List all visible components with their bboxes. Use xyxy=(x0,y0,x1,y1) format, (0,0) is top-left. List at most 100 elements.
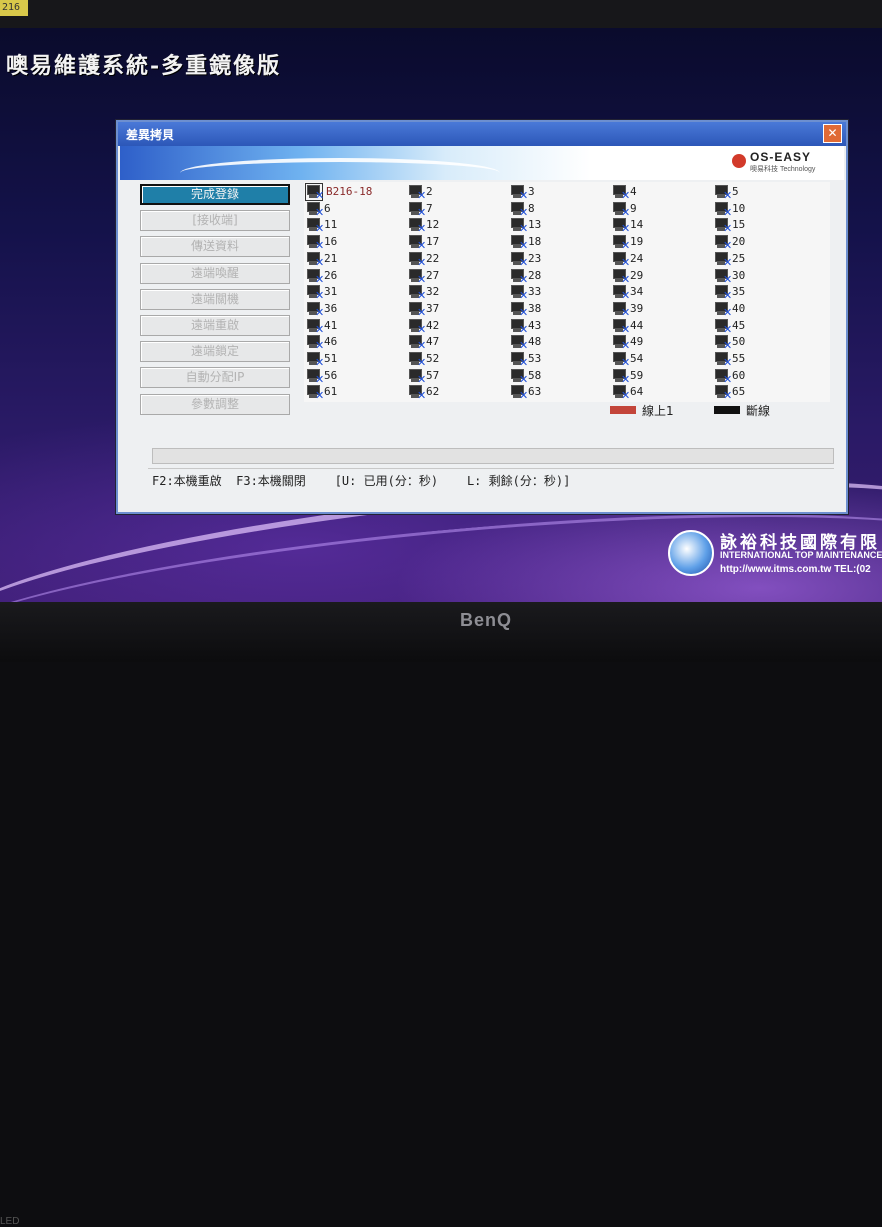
computer-label: 34 xyxy=(630,285,644,299)
computer-label: 3 xyxy=(528,185,535,198)
computer-disconnected-icon: ✕ xyxy=(714,334,732,351)
computer-disconnected-icon: ✕ xyxy=(408,217,426,234)
company-url: http://www.itms.com.tw TEL:(02 xyxy=(720,564,871,575)
computer-disconnected-icon: ✕ xyxy=(408,201,426,218)
computer-label: 64 xyxy=(630,385,644,399)
computer-label: 40 xyxy=(732,301,746,315)
computer-disconnected-icon: ✕ xyxy=(714,384,732,401)
computer-label: 38 xyxy=(528,301,542,315)
monitor-brand: BenQ xyxy=(460,610,513,630)
computer-disconnected-icon: ✕ xyxy=(510,351,528,368)
computer-disconnected-icon: ✕ xyxy=(306,368,324,385)
computer-label: 25 xyxy=(732,251,746,265)
computer-disconnected-icon: ✕ xyxy=(408,234,426,251)
computer-disconnected-icon: ✕ xyxy=(510,217,528,234)
computer-disconnected-icon: ✕ xyxy=(714,217,732,234)
menu-button-3[interactable]: 傳送資料 xyxy=(140,236,290,258)
menu-button-1[interactable]: 完成登錄 xyxy=(140,184,290,205)
dialog-banner: OS-EASY 噢易科技 Technology xyxy=(120,146,844,180)
menu-button-6[interactable]: 遠端重啟 xyxy=(140,314,290,336)
offline-swatch xyxy=(714,406,740,414)
computer-disconnected-icon: ✕ xyxy=(306,334,324,351)
computer-label: 9 xyxy=(630,201,637,215)
computer-disconnected-icon: ✕ xyxy=(612,234,630,251)
computer-label: 10 xyxy=(732,201,746,215)
computer-disconnected-icon: ✕ xyxy=(408,301,426,318)
menu-button-5[interactable]: 遠端關機 xyxy=(140,288,290,310)
computer-disconnected-icon: ✕ xyxy=(408,318,426,335)
computer-label: 27 xyxy=(426,268,440,282)
computer-disconnected-icon: ✕ xyxy=(612,368,630,385)
menu-button-9[interactable]: 參數調整 xyxy=(140,393,290,415)
computer-label: 28 xyxy=(528,268,542,282)
computer-label: 50 xyxy=(732,335,746,349)
computer-label: 32 xyxy=(426,285,440,299)
computer-label: 37 xyxy=(426,301,440,315)
computer-disconnected-icon: ✕ xyxy=(306,284,324,301)
computer-disconnected-icon: ✕ xyxy=(714,284,732,301)
computer-label: 59 xyxy=(630,368,644,382)
computer-disconnected-icon: ✕ xyxy=(408,351,426,368)
computer-label: 39 xyxy=(630,301,644,315)
menu-button-7[interactable]: 遠端鎖定 xyxy=(140,341,290,363)
computer-label: 46 xyxy=(324,335,338,349)
computer-label: 16 xyxy=(324,235,338,249)
os-easy-brand-name: OS-EASY xyxy=(750,150,812,164)
computer-disconnected-icon: ✕ xyxy=(306,301,324,318)
computer-label: 42 xyxy=(426,318,440,332)
computer-disconnected-icon: ✕ xyxy=(714,184,732,201)
computer-disconnected-icon: ✕ xyxy=(612,351,630,368)
computer-disconnected-icon: ✕ xyxy=(612,201,630,218)
menu-button-4[interactable]: 遠端喚醒 xyxy=(140,262,290,284)
computer-disconnected-icon: ✕ xyxy=(306,201,324,218)
os-easy-logo: OS-EASY 噢易科技 Technology xyxy=(732,150,836,176)
computer-label: 54 xyxy=(630,352,644,365)
computer-disconnected-icon: ✕ xyxy=(612,217,630,234)
status-legend: 線上1 斷線 xyxy=(610,402,830,418)
dialog-titlebar[interactable]: 差異拷貝 ✕ xyxy=(118,122,846,146)
computer-label: 57 xyxy=(426,368,440,382)
computer-label: 55 xyxy=(732,352,746,365)
computer-disconnected-icon: ✕ xyxy=(612,318,630,335)
computer-disconnected-icon: ✕ xyxy=(510,234,528,251)
dialog-title: 差異拷貝 xyxy=(126,128,175,142)
status-bar-text: F2:本機重啟 F3:本機關閉 [U: 已用(分：秒) L: 剩餘(分：秒)] xyxy=(152,474,571,488)
asset-tag: 216 xyxy=(0,0,28,16)
computer-label: 58 xyxy=(528,368,542,382)
computer-disconnected-icon: ✕ xyxy=(510,268,528,285)
computer-disconnected-icon: ✕ xyxy=(305,183,324,201)
computer-label: 22 xyxy=(426,251,440,265)
computer-disconnected-icon: ✕ xyxy=(612,284,630,301)
computer-disconnected-icon: ✕ xyxy=(714,268,732,285)
computer-disconnected-icon: ✕ xyxy=(612,334,630,351)
computer-label: 53 xyxy=(528,352,542,365)
computer-item[interactable]: ✕ 63 xyxy=(510,384,610,408)
computer-label: B216-18 xyxy=(326,185,373,198)
computer-label: 29 xyxy=(630,268,644,282)
computer-label: 7 xyxy=(426,201,433,215)
computer-label: 44 xyxy=(630,318,644,332)
computer-label: 12 xyxy=(426,218,440,232)
menu-button-8[interactable]: 自動分配IP xyxy=(140,367,290,389)
close-button[interactable]: ✕ xyxy=(823,124,842,143)
computer-disconnected-icon: ✕ xyxy=(306,351,324,368)
action-menu: 完成登錄 [接收端] 傳送資料遠端喚醒遠端關機遠端重啟遠端鎖定自動分配IP 參數調整 xyxy=(140,184,290,420)
computer-label: 2 xyxy=(426,185,433,198)
computer-label: 13 xyxy=(528,218,542,232)
menu-button-2[interactable]: [接收端] xyxy=(140,210,290,232)
computer-disconnected-icon: ✕ xyxy=(510,301,528,318)
computer-label: 23 xyxy=(528,251,542,265)
computer-label: 61 xyxy=(324,385,338,399)
computer-disconnected-icon: ✕ xyxy=(408,184,426,201)
monitor-bezel-top: 216 xyxy=(0,0,882,30)
computer-label: 5 xyxy=(732,185,739,198)
computer-disconnected-icon: ✕ xyxy=(714,234,732,251)
computer-disconnected-icon: ✕ xyxy=(612,384,630,401)
computer-label: 4 xyxy=(630,185,637,198)
computer-disconnected-icon: ✕ xyxy=(306,384,324,401)
computer-label: 21 xyxy=(324,251,338,265)
computer-item[interactable]: ✕ 62 xyxy=(408,384,508,408)
computer-disconnected-icon: ✕ xyxy=(510,334,528,351)
computer-disconnected-icon: ✕ xyxy=(306,217,324,234)
computer-item[interactable]: ✕ 61 xyxy=(306,384,406,408)
